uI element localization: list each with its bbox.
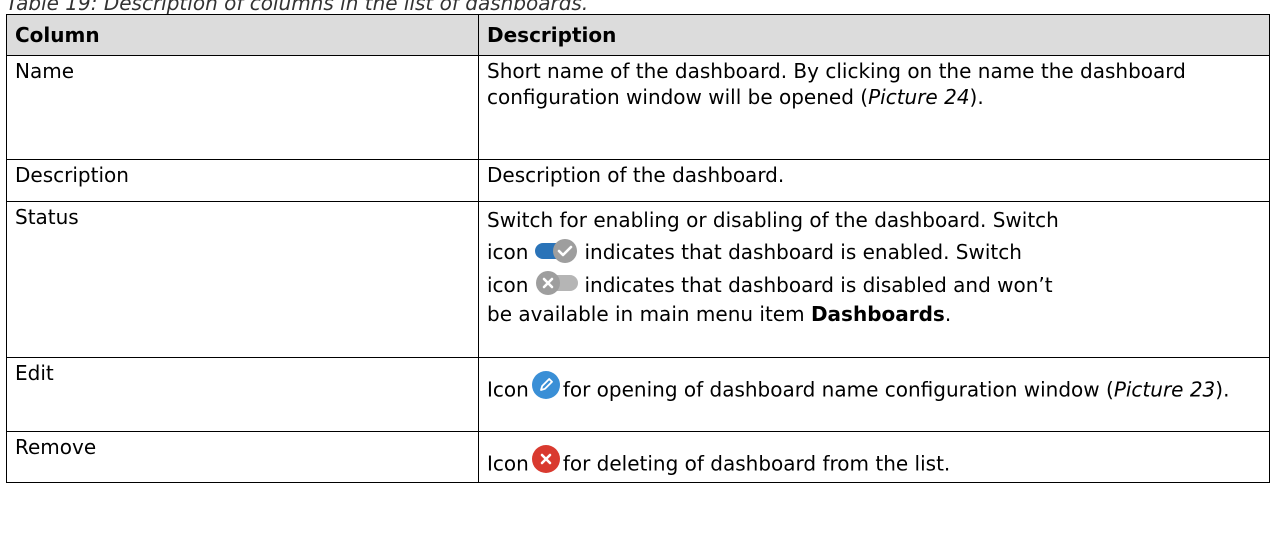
remove-description-text: for deleting of dashboard from the list. <box>562 451 951 476</box>
row-name-text: Short name of the dashboard. By clicking… <box>487 59 1186 109</box>
table-row-remove: Remove Icon for deleting of dashboard fro… <box>6 431 1270 483</box>
table-row-edit: Edit Icon for opening of dashboard name c… <box>6 357 1270 432</box>
table-row-status: Status Switch for enabling or disabling … <box>6 201 1270 358</box>
status-line-4: be available in main menu item Dashboard… <box>487 301 1261 327</box>
edit-picture-ref: Picture 23 <box>1113 377 1216 402</box>
row-edit-column: Edit <box>6 357 479 432</box>
status-line-1: Switch for enabling or disabling of the … <box>487 208 1059 232</box>
row-name-description: Short name of the dashboard. By clicking… <box>478 55 1270 160</box>
edit-icon-word: Icon <box>487 377 529 402</box>
switch-enabled-icon <box>534 236 580 266</box>
header-column: Column <box>6 14 479 56</box>
row-description-text: Description of the dashboard. <box>478 159 1270 202</box>
table-row-description: Description Description of the dashboard… <box>6 159 1270 202</box>
row-name-text-end: ). <box>969 85 984 109</box>
row-status-column: Status <box>6 201 479 358</box>
table-row-name: Name Short name of the dashboard. By cli… <box>6 55 1270 160</box>
status-icon-word-1: icon <box>487 240 529 264</box>
row-name-column: Name <box>6 55 479 160</box>
row-remove-description: Icon for deleting of dashboard from the l… <box>478 431 1270 483</box>
row-description-column: Description <box>6 159 479 202</box>
row-edit-description: Icon for opening of dashboard name config… <box>478 357 1270 432</box>
dashboards-menu-item: Dashboards <box>810 302 945 326</box>
switch-disabled-icon <box>534 268 580 298</box>
status-disabled-text: indicates that dashboard is disabled and… <box>584 272 1053 297</box>
remove-text: Icon for deleting of dashboard from the l… <box>487 434 1261 480</box>
columns-description-table: Column Description Name Short name of th… <box>6 14 1270 483</box>
row-remove-column: Remove <box>6 431 479 483</box>
status-line-3: icon indicates that dashboard is disabled… <box>487 269 1261 302</box>
header-description: Description <box>478 14 1270 56</box>
status-line-4-end: . <box>944 302 952 326</box>
row-status-description: Switch for enabling or disabling of the … <box>478 201 1270 358</box>
edit-text: Icon for opening of dashboard name config… <box>487 360 1261 406</box>
status-line-2: icon indicates that dashboard is enabled.… <box>487 236 1261 269</box>
table-header-row: Column Description <box>6 14 1270 56</box>
status-enabled-text: indicates that dashboard is enabled. Swi… <box>584 240 1022 264</box>
edit-text-end: ). <box>1215 377 1230 402</box>
remove-icon-word: Icon <box>487 451 529 476</box>
table-caption: Table 19: Description of columns in the … <box>6 0 589 15</box>
row-name-picture-ref: Picture 24 <box>868 85 970 109</box>
edit-description-text: for opening of dashboard name configurat… <box>562 377 1114 402</box>
close-icon <box>531 444 561 474</box>
pencil-icon <box>531 370 561 400</box>
status-icon-word-2: icon <box>487 272 529 297</box>
status-line-4-text: be available in main menu item <box>487 302 811 326</box>
